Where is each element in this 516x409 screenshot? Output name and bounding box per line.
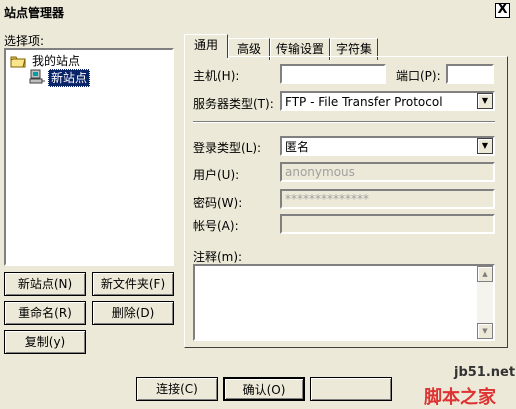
folder-icon bbox=[10, 54, 26, 71]
tree-item-label: 我的站点 bbox=[32, 54, 81, 68]
tab-general[interactable]: 通用 bbox=[184, 34, 228, 58]
site-tree[interactable]: 我的站点 新站点 bbox=[4, 48, 174, 266]
account-label: 帐号(A): bbox=[193, 219, 239, 233]
password-input[interactable]: ************** bbox=[280, 189, 495, 209]
new-folder-button[interactable]: 新文件夹(F) bbox=[92, 272, 174, 296]
account-input[interactable] bbox=[280, 214, 495, 234]
logon-type-label: 登录类型(L): bbox=[193, 141, 262, 155]
computer-icon bbox=[28, 69, 46, 88]
copy-button[interactable]: 复制(y) bbox=[4, 330, 86, 354]
host-input[interactable] bbox=[280, 64, 386, 84]
scroll-up-icon[interactable]: ▲ bbox=[477, 266, 493, 282]
ok-button[interactable]: 确认(O) bbox=[223, 377, 305, 401]
comments-scrollbar[interactable]: ▲ ▼ bbox=[477, 266, 493, 339]
window-title: 站点管理器 bbox=[4, 6, 65, 20]
server-type-label: 服务器类型(T): bbox=[193, 97, 274, 111]
port-label: 端口(P): bbox=[396, 69, 441, 83]
delete-button[interactable]: 删除(D) bbox=[92, 301, 174, 325]
host-label: 主机(H): bbox=[193, 69, 240, 83]
title-bar: 站点管理器 X bbox=[0, 0, 516, 24]
cancel-button[interactable] bbox=[310, 377, 392, 401]
separator bbox=[193, 121, 495, 123]
server-type-select[interactable]: FTP - File Transfer Protocol ▼ bbox=[280, 91, 495, 111]
logon-type-select[interactable]: 匿名 ▼ bbox=[280, 136, 495, 156]
logon-type-value: 匿名 bbox=[285, 140, 310, 154]
watermark-name: 脚本之家 bbox=[424, 387, 496, 408]
connect-button[interactable]: 连接(C) bbox=[136, 377, 218, 401]
new-site-button[interactable]: 新站点(N) bbox=[4, 272, 86, 296]
comments-textarea[interactable]: ▲ ▼ bbox=[193, 264, 495, 341]
comments-label: 注释(m): bbox=[193, 250, 243, 264]
tree-item-label: 新站点 bbox=[48, 69, 91, 87]
watermark-site: jb51.net bbox=[454, 365, 516, 380]
server-type-value: FTP - File Transfer Protocol bbox=[285, 95, 443, 109]
scroll-down-icon[interactable]: ▼ bbox=[477, 323, 493, 339]
password-label: 密码(W): bbox=[193, 196, 243, 210]
user-input[interactable]: anonymous bbox=[280, 162, 495, 182]
dropdown-arrow-icon[interactable]: ▼ bbox=[477, 138, 493, 154]
rename-button[interactable]: 重命名(R) bbox=[4, 301, 86, 325]
port-input[interactable] bbox=[446, 64, 494, 84]
user-label: 用户(U): bbox=[193, 168, 240, 182]
close-button[interactable]: X bbox=[495, 3, 510, 18]
dropdown-arrow-icon[interactable]: ▼ bbox=[477, 93, 493, 109]
select-entry-label: 选择项: bbox=[4, 34, 45, 48]
